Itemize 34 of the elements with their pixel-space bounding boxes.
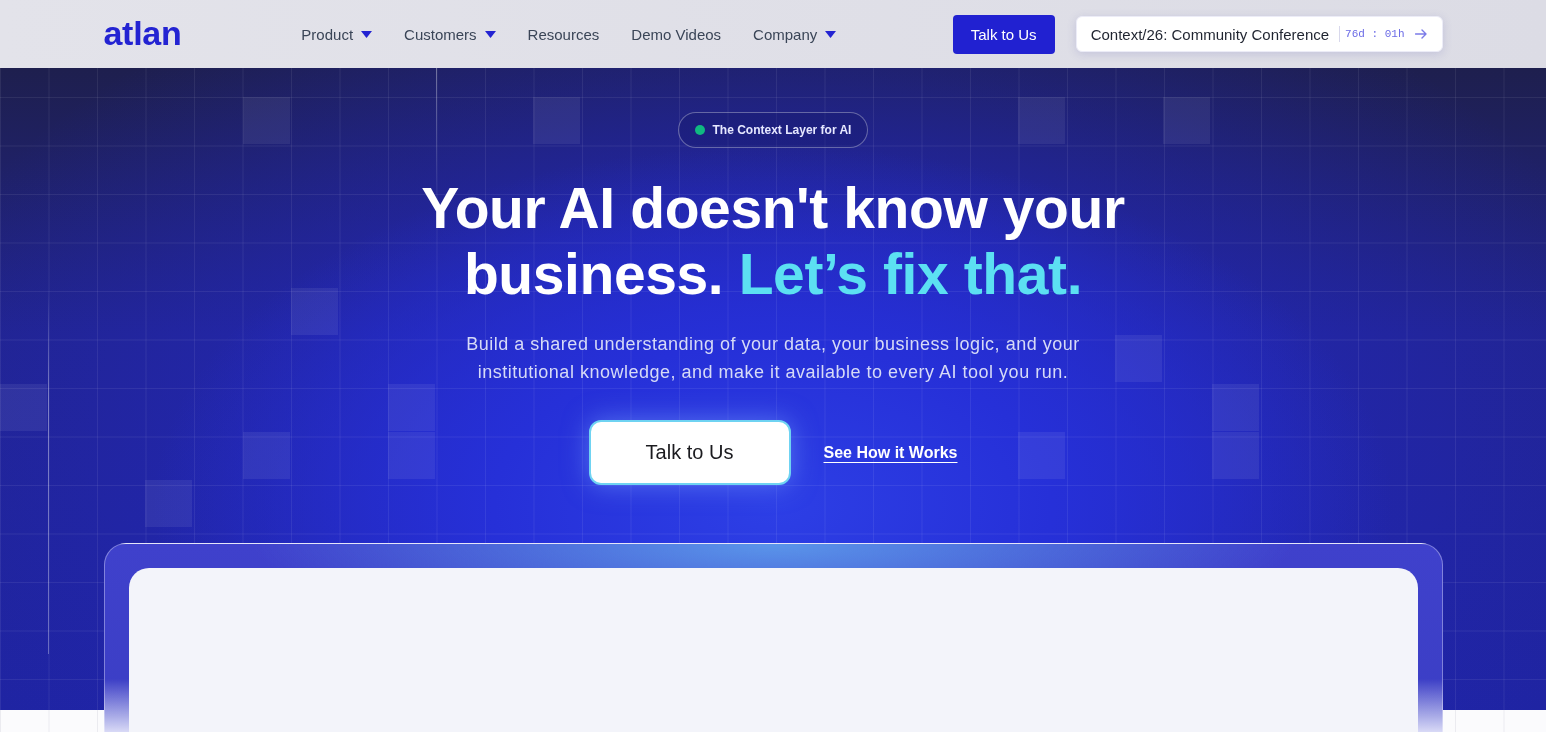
nav-link[interactable]: Company [753, 25, 837, 43]
logo[interactable]: atlan [103, 16, 182, 50]
grid-tile [388, 432, 435, 479]
talk-to-us-button[interactable]: Talk to Us [588, 420, 791, 485]
hero-heading: Your AI doesn't know your business. Let’s fix that. [420, 175, 1126, 307]
grid-tile [533, 97, 580, 144]
grid-tile [1163, 97, 1210, 144]
nav-link[interactable]: Customers [404, 25, 496, 43]
caret-icon [361, 30, 373, 38]
nav-link[interactable]: Demo Videos [631, 25, 722, 43]
caret-icon [484, 30, 496, 38]
grid-tile [1018, 432, 1065, 479]
caret-icon [825, 30, 837, 38]
grid-tile [1115, 335, 1162, 382]
see-how-it-works-link[interactable]: See How it Works [823, 443, 958, 462]
hero-subtitle: Build a shared understanding of your data, your business logic, and your institutional knowledge, and make it available to every AI tool you run. [465, 333, 1081, 384]
grid-tile [0, 384, 47, 431]
status-dot-icon [694, 125, 705, 135]
grid-tile [145, 480, 192, 527]
grid-tile [243, 432, 290, 479]
badge-label: The Context Layer for AI [712, 123, 852, 137]
grid-tile [243, 97, 290, 144]
countdown-timer: 76d : 01h [1345, 28, 1405, 40]
nav-link[interactable]: Product [301, 25, 373, 43]
event-banner[interactable]: Context/26: Community Conference 76d : 01h [1075, 16, 1443, 52]
talk-to-us-button[interactable]: Talk to Us [952, 14, 1055, 54]
grid-tile [388, 384, 435, 431]
arrow-right-icon [1414, 29, 1427, 39]
nav-link[interactable]: Resources [527, 25, 600, 43]
event-title: Context/26: Community Conference [1090, 25, 1330, 43]
grid-tile [1018, 97, 1065, 144]
grid-tile [1212, 384, 1259, 431]
grid-tile [291, 288, 338, 335]
grid-tile [1212, 432, 1259, 479]
